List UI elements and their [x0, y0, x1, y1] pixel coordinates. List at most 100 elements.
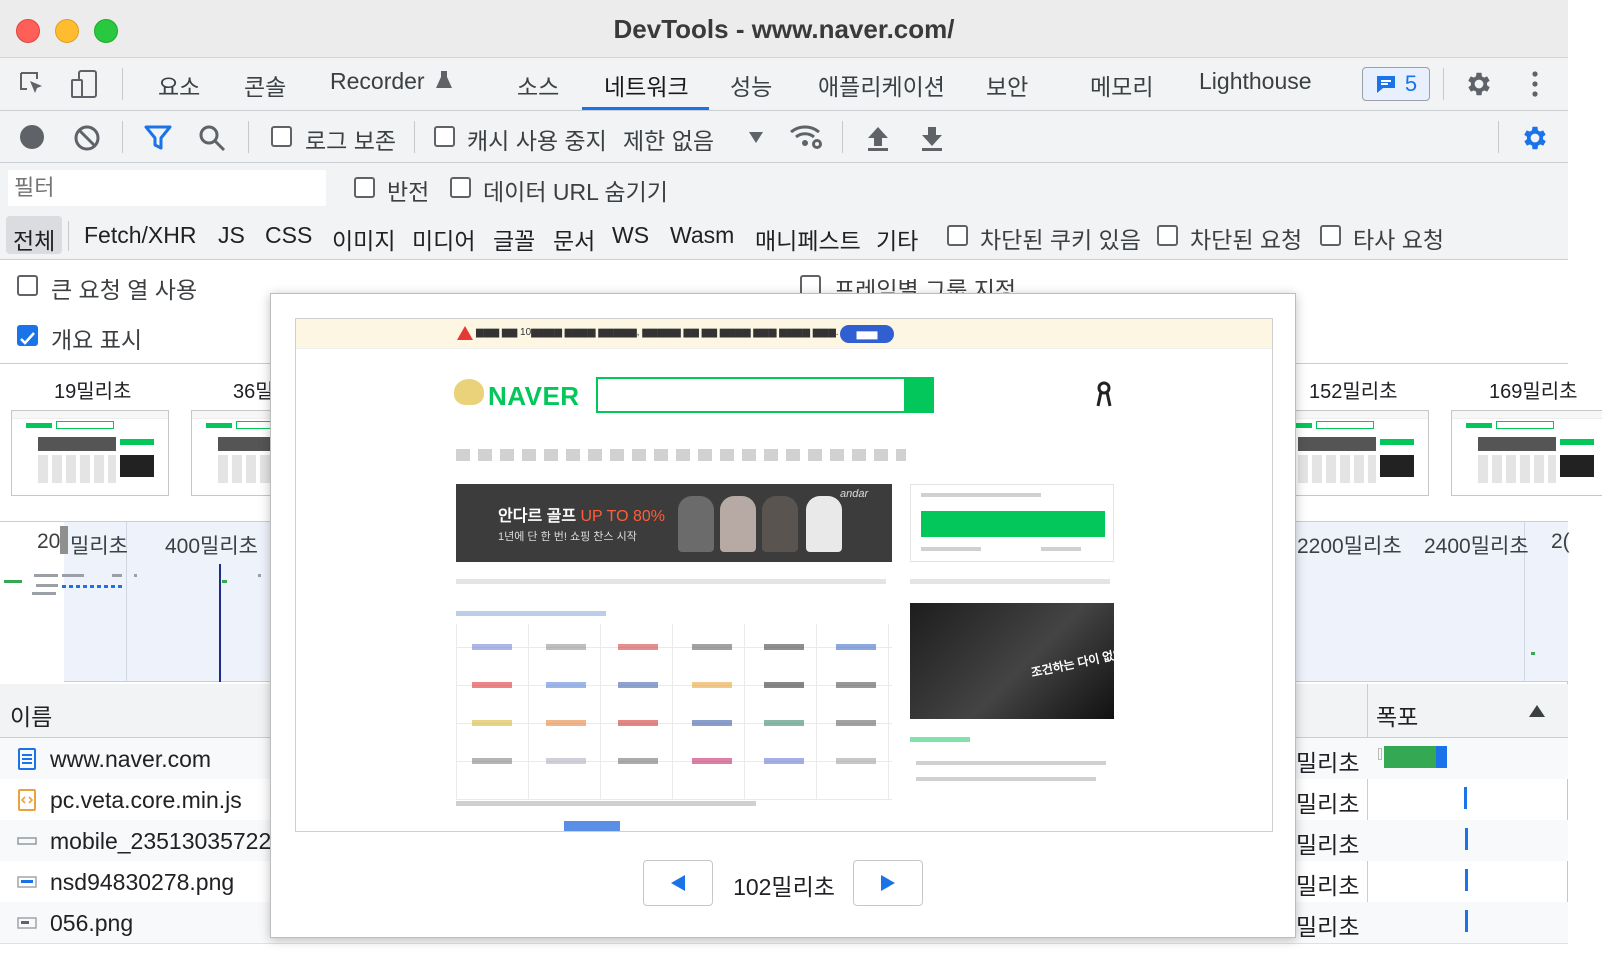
- kebab-menu-icon: [1532, 71, 1538, 97]
- tab-memory[interactable]: 메모리: [1090, 68, 1153, 102]
- request-name: mobile_23513035722: [50, 828, 272, 854]
- import-har-button[interactable]: [864, 123, 892, 153]
- request-time: 밀리초: [1296, 914, 1360, 940]
- filter-toggle-button[interactable]: [142, 123, 174, 153]
- tab-security[interactable]: 보안: [986, 68, 1028, 102]
- show-overview-checkbox[interactable]: [17, 325, 38, 346]
- type-filter-documents[interactable]: 문서: [553, 222, 595, 256]
- load-event-marker: [219, 564, 221, 682]
- notice-text: ▆▆▆ ▆▆ 10▆▆▆▆ ▆▆▆▆ ▆▆▆▆▆, ▆▆▆▆▆ ▆▆ ▆▆ ▆▆…: [476, 327, 839, 338]
- overview-range-handle[interactable]: [60, 526, 68, 554]
- naver-search-box: [596, 377, 934, 413]
- type-filter-manifest[interactable]: 매니페스트: [755, 222, 861, 256]
- preserve-log-checkbox[interactable]: [271, 126, 292, 147]
- next-frame-button[interactable]: [853, 860, 923, 906]
- gear-icon: [1468, 72, 1490, 96]
- type-filter-js[interactable]: JS: [218, 222, 245, 249]
- request-name: 056.png: [50, 910, 134, 936]
- tab-sources[interactable]: 소스: [517, 68, 559, 102]
- record-button[interactable]: [18, 123, 46, 151]
- overview-tick: 400밀리초: [165, 535, 258, 558]
- previous-frame-button[interactable]: [643, 860, 713, 906]
- type-filter-fetch-xhr[interactable]: Fetch/XHR: [84, 222, 196, 249]
- device-icon: [71, 70, 97, 98]
- banner-subtitle: 1년에 단 한 번! 쇼핑 찬스 시작: [498, 531, 637, 543]
- throttling-select[interactable]: 제한 없음: [623, 122, 714, 156]
- jacket-image: [762, 496, 798, 552]
- naver-logo: NAVER: [488, 381, 580, 411]
- press-logo: [764, 682, 804, 688]
- type-filter-css[interactable]: CSS: [265, 222, 312, 249]
- big-request-rows-checkbox[interactable]: [17, 275, 38, 296]
- filmstrip-frame[interactable]: [1451, 410, 1602, 496]
- hide-data-urls-label: 데이터 URL 숨기기: [483, 179, 668, 205]
- flask-icon: [436, 71, 452, 88]
- devtools-window: DevTools - www.naver.com/ 요소 콘솔 Recorder…: [0, 0, 1602, 974]
- divider: [414, 121, 415, 153]
- login-box: [910, 484, 1114, 562]
- hide-data-urls-checkbox[interactable]: [450, 177, 471, 198]
- more-options-button[interactable]: [1522, 67, 1548, 101]
- press-logo: [472, 644, 512, 650]
- filter-input[interactable]: [8, 170, 326, 206]
- name-column-header[interactable]: 이름: [10, 698, 52, 732]
- resource-type-filters: 전체 Fetch/XHR JS CSS 이미지 미디어 글꼴 문서 WS Was…: [0, 213, 1568, 260]
- type-filter-fonts[interactable]: 글꼴: [493, 222, 535, 256]
- placeholder-line: [916, 777, 1096, 781]
- press-logo: [764, 758, 804, 764]
- tab-console[interactable]: 콘솔: [244, 68, 286, 102]
- type-filter-media[interactable]: 미디어: [412, 222, 475, 256]
- divider: [68, 221, 69, 251]
- press-logo: [546, 720, 586, 726]
- press-logo: [472, 758, 512, 764]
- filmstrip-time: 36밀: [233, 381, 274, 403]
- tab-recorder[interactable]: Recorder: [330, 68, 453, 95]
- network-conditions-button[interactable]: [788, 121, 826, 153]
- press-logo: [692, 644, 732, 650]
- search-button[interactable]: [196, 123, 228, 153]
- ribbon-icon: [1096, 381, 1112, 407]
- network-settings-button[interactable]: [1518, 121, 1552, 155]
- blocked-cookies-checkbox[interactable]: [947, 225, 968, 246]
- waterfall-bar: [1465, 828, 1468, 850]
- blocked-requests-checkbox[interactable]: [1157, 225, 1178, 246]
- banner-title: 안다르 골프 UP TO 80%: [498, 502, 665, 526]
- jacket-image: [806, 496, 842, 552]
- third-party-checkbox[interactable]: [1320, 225, 1341, 246]
- type-filter-wasm[interactable]: Wasm: [670, 222, 734, 249]
- placeholder-line: [916, 761, 1106, 765]
- checkmark-icon: [20, 332, 35, 345]
- table-filler: [0, 943, 1568, 974]
- overview-bar: [222, 580, 227, 583]
- tab-elements[interactable]: 요소: [158, 68, 200, 102]
- settings-button[interactable]: [1462, 67, 1496, 101]
- issues-badge[interactable]: 5: [1362, 67, 1430, 101]
- press-logo: [618, 682, 658, 688]
- inspect-element-button[interactable]: [16, 68, 48, 100]
- blocked-cookies-label: 차단된 쿠키 있음: [980, 227, 1141, 253]
- type-filter-ws[interactable]: WS: [612, 222, 649, 249]
- type-filter-other[interactable]: 기타: [876, 222, 918, 256]
- issues-count: 5: [1404, 71, 1418, 96]
- tab-lighthouse[interactable]: Lighthouse: [1199, 68, 1312, 95]
- sort-ascending-indicator[interactable]: [1526, 702, 1548, 720]
- naver-search-button: [904, 379, 934, 411]
- press-logo: [546, 682, 586, 688]
- brand-wordmark: andar: [840, 488, 869, 500]
- press-logo: [618, 758, 658, 764]
- placeholder-line: [921, 547, 981, 551]
- tab-network[interactable]: 네트워크: [604, 68, 689, 102]
- image-icon: [17, 876, 37, 888]
- filmstrip-frame[interactable]: [11, 410, 169, 496]
- clear-button[interactable]: [72, 123, 102, 153]
- throttling-dropdown[interactable]: [745, 127, 767, 147]
- waterfall-column-header[interactable]: 폭포: [1376, 698, 1418, 732]
- type-filter-images[interactable]: 이미지: [332, 222, 395, 256]
- disable-cache-checkbox[interactable]: [434, 126, 455, 147]
- tab-performance[interactable]: 성능: [730, 68, 772, 102]
- type-filter-all[interactable]: 전체: [13, 222, 55, 256]
- device-toolbar-button[interactable]: [68, 68, 100, 100]
- invert-checkbox[interactable]: [354, 177, 375, 198]
- export-har-button[interactable]: [918, 123, 946, 153]
- tab-application[interactable]: 애플리케이션: [818, 68, 945, 102]
